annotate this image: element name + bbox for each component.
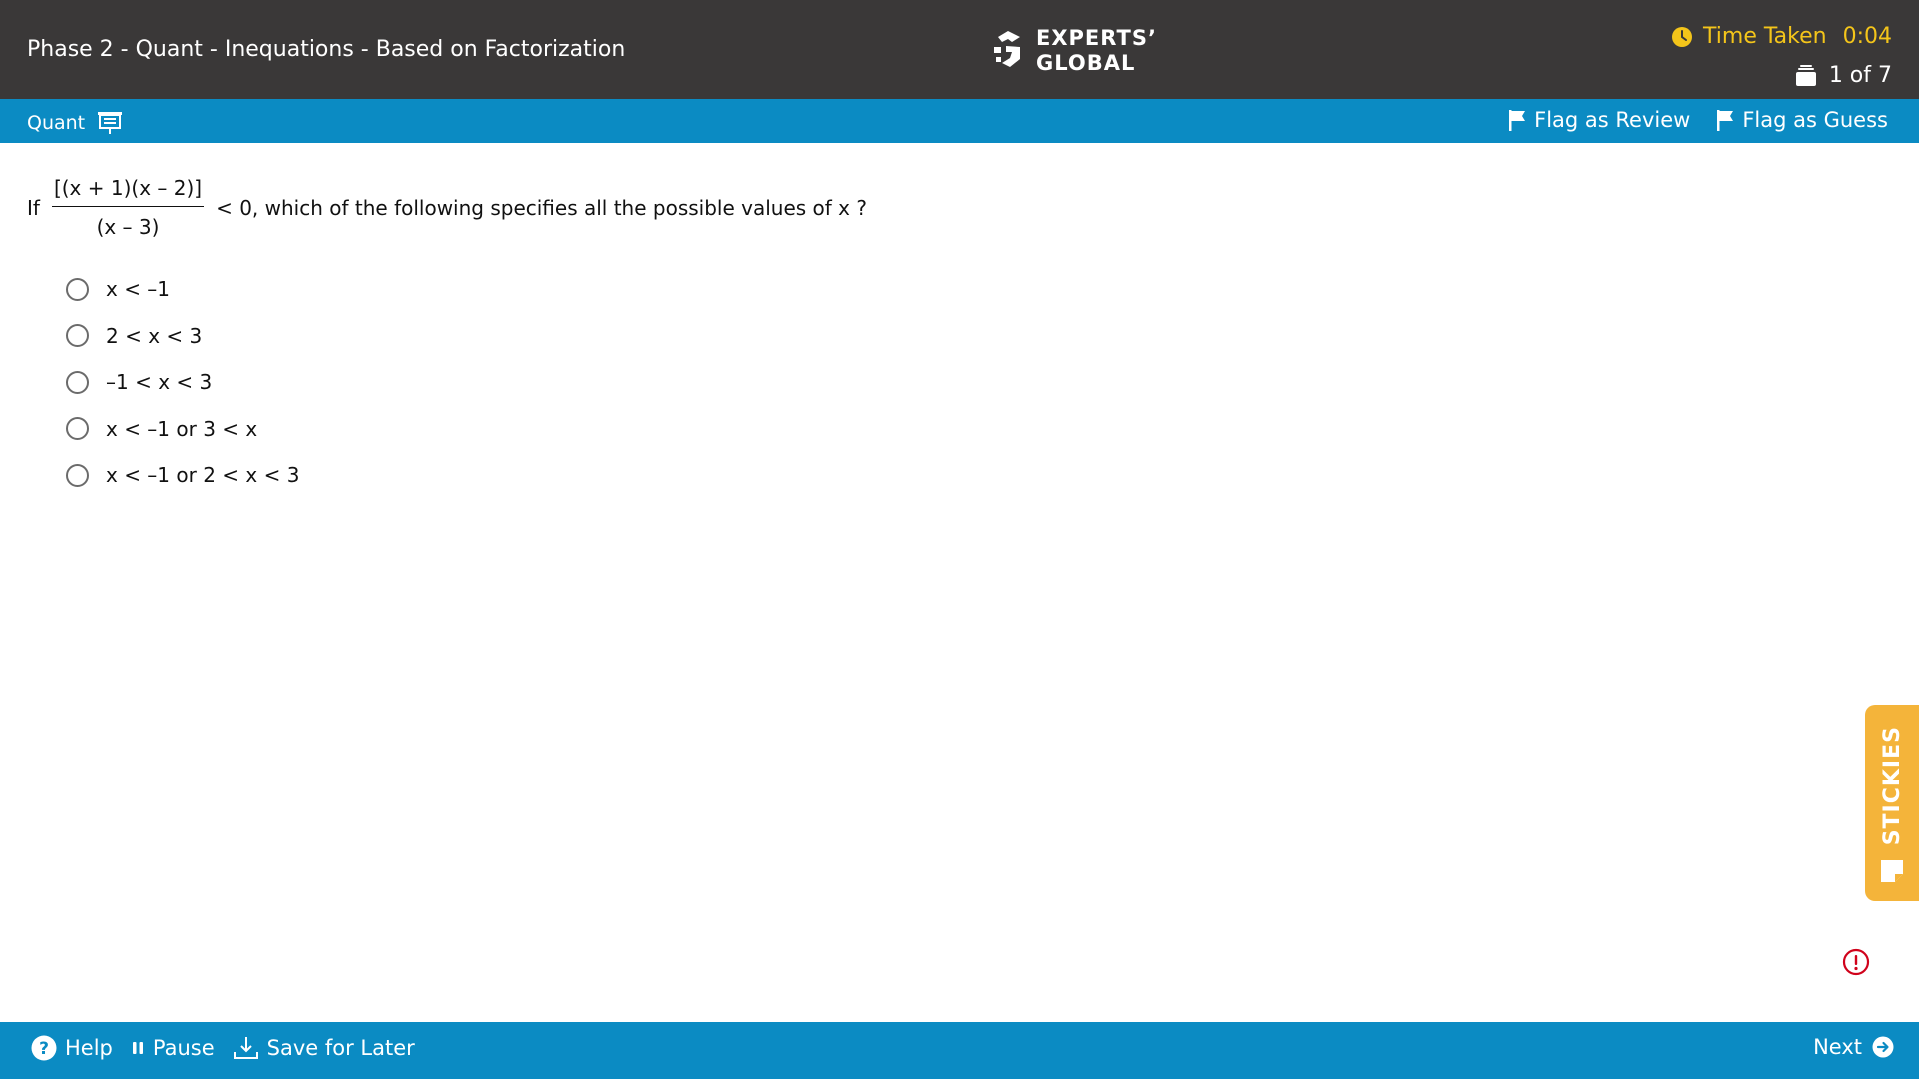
next-label: Next: [1813, 1035, 1862, 1059]
option-label: 2 < x < 3: [106, 323, 203, 348]
answer-option-1[interactable]: x < –1: [66, 274, 299, 304]
fraction-denominator: (x – 3): [96, 215, 160, 239]
download-icon: [233, 1037, 258, 1059]
help-button[interactable]: ? Help: [31, 1035, 113, 1061]
exam-title: Phase 2 - Quant - Inequations - Based on…: [27, 37, 626, 62]
clock-icon: [1672, 26, 1693, 47]
bottom-toolbar: ? Help Pause Save for Later Next: [0, 1022, 1919, 1079]
svg-text:?: ?: [39, 1039, 49, 1059]
pause-icon: [132, 1042, 143, 1054]
answer-option-5[interactable]: x < –1 or 2 < x < 3: [66, 460, 299, 490]
pause-button[interactable]: Pause: [131, 1036, 215, 1060]
top-header: Phase 2 - Quant - Inequations - Based on…: [0, 0, 1919, 99]
answer-option-3[interactable]: –1 < x < 3: [66, 367, 299, 397]
arrow-right-circle-icon: [1872, 1036, 1894, 1058]
radio-button[interactable]: [66, 463, 89, 487]
presentation-board-icon[interactable]: [97, 110, 123, 136]
radio-button[interactable]: [66, 324, 89, 347]
answer-option-4[interactable]: x < –1 or 3 < x: [66, 414, 299, 444]
logo-line-1: EXPERTS’: [1036, 26, 1157, 50]
question-stack-icon: [1795, 64, 1816, 86]
help-icon: ?: [31, 1035, 57, 1061]
logo-mark-icon: [994, 31, 1020, 67]
experts-global-logo: EXPERTS’ GLOBAL: [992, 26, 1157, 76]
radio-button[interactable]: [66, 277, 89, 301]
time-label: Time Taken: [1703, 24, 1827, 49]
question-counter: 1 of 7: [1795, 63, 1892, 88]
logo-line-2: GLOBAL: [1036, 51, 1136, 75]
section-indicator: Quant: [27, 110, 123, 136]
option-label: x < –1: [106, 277, 171, 301]
option-label: x < –1 or 3 < x: [106, 416, 258, 441]
save-for-later-button[interactable]: Save for Later: [233, 1035, 415, 1061]
pause-label: Pause: [152, 1036, 215, 1060]
flag-as-guess-button[interactable]: Flag as Guess: [1716, 108, 1888, 132]
save-for-later-label: Save for Later: [266, 1036, 415, 1060]
section-bar: Quant Flag as Review Flag as Guess: [0, 99, 1919, 143]
question-suffix: < 0, which of the following specifies al…: [216, 195, 867, 220]
question-counter-text: 1 of 7: [1828, 63, 1892, 88]
radio-button[interactable]: [66, 370, 89, 394]
sticky-note-icon: [1881, 860, 1903, 882]
section-name: Quant: [27, 112, 86, 134]
fraction-numerator: [(x + 1)(x – 2)]: [51, 176, 205, 207]
question-prefix: If: [27, 195, 40, 220]
answer-options: x < –1 2 < x < 3 –1 < x < 3 x < –1 or 3 …: [66, 274, 299, 507]
stickies-label: STICKIES: [1879, 725, 1905, 845]
question-stem: If [(x + 1)(x – 2)] (x – 3) < 0, which o…: [27, 176, 867, 239]
time-value: 0:04: [1842, 24, 1892, 49]
stickies-tab[interactable]: STICKIES: [1865, 705, 1919, 901]
flag-review-label: Flag as Review: [1534, 108, 1691, 132]
flag-guess-label: Flag as Guess: [1742, 108, 1888, 132]
answer-option-2[interactable]: 2 < x < 3: [66, 321, 299, 351]
flag-icon: [1509, 110, 1526, 131]
flag-as-review-button[interactable]: Flag as Review: [1508, 108, 1690, 132]
time-taken: Time Taken 0:04: [1671, 24, 1892, 49]
option-label: x < –1 or 2 < x < 3: [106, 463, 300, 487]
flag-icon: [1717, 110, 1734, 131]
help-label: Help: [65, 1036, 113, 1060]
radio-button[interactable]: [66, 417, 89, 440]
option-label: –1 < x < 3: [106, 370, 213, 394]
report-error-icon[interactable]: [1842, 948, 1870, 976]
question-fraction: [(x + 1)(x – 2)] (x – 3): [51, 176, 205, 239]
next-button[interactable]: Next: [1813, 1035, 1894, 1059]
